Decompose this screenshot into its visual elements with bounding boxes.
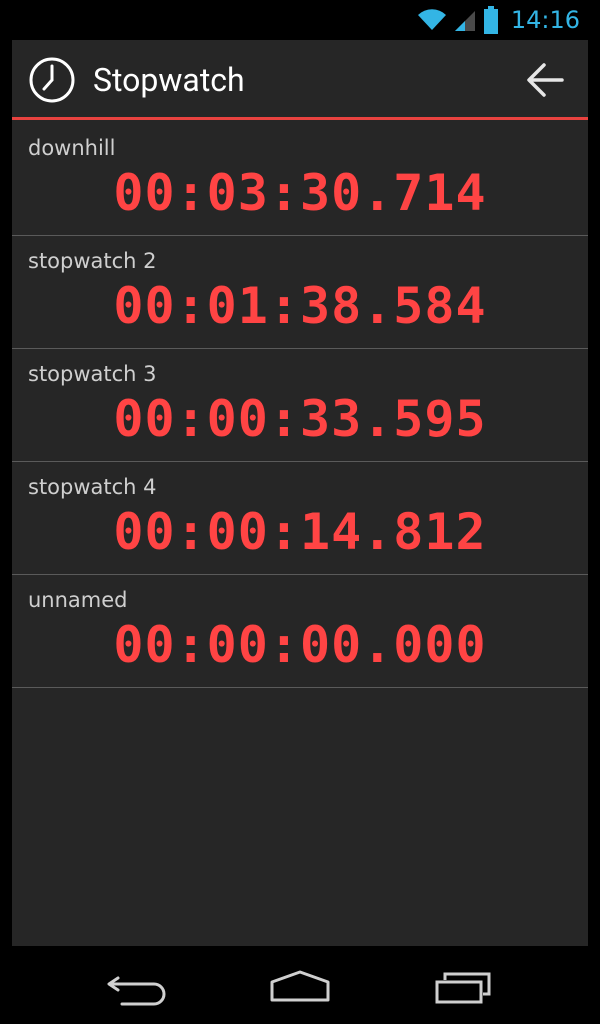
- stopwatch-name: stopwatch 2: [28, 249, 157, 273]
- home-nav-icon[interactable]: [265, 964, 335, 1008]
- list-item[interactable]: stopwatch 3 00:00:33.595: [12, 349, 588, 462]
- list-item[interactable]: unnamed 00:00:00.000: [12, 575, 588, 688]
- action-bar: Stopwatch: [12, 40, 588, 120]
- stopwatch-time: 00:00:33.595: [113, 390, 487, 448]
- stopwatch-name: downhill: [28, 136, 116, 160]
- back-arrow-icon[interactable]: [522, 58, 570, 102]
- stopwatch-list: downhill 00:03:30.714 stopwatch 2 00:01:…: [12, 123, 588, 688]
- list-item[interactable]: downhill 00:03:30.714: [12, 123, 588, 236]
- stopwatch-time: 00:01:38.584: [113, 277, 487, 335]
- recents-nav-icon[interactable]: [427, 964, 497, 1008]
- clock-icon: [29, 57, 75, 103]
- back-nav-icon[interactable]: [104, 964, 174, 1008]
- stopwatch-name: stopwatch 4: [28, 475, 157, 499]
- page-title: Stopwatch: [93, 61, 245, 99]
- stopwatch-time: 00:00:00.000: [113, 616, 487, 674]
- status-icons: 14:16: [417, 0, 580, 40]
- status-bar: 14:16: [0, 0, 600, 40]
- stopwatch-name: unnamed: [28, 588, 128, 612]
- cell-signal-icon: [454, 11, 475, 31]
- list-item[interactable]: stopwatch 4 00:00:14.812: [12, 462, 588, 575]
- app-window: Stopwatch downhill 00:03:30.714 stopwatc…: [12, 40, 588, 946]
- battery-icon: [483, 6, 498, 34]
- stopwatch-time: 00:03:30.714: [113, 164, 487, 222]
- status-time: 14:16: [510, 6, 580, 34]
- navigation-bar: [12, 946, 588, 1024]
- wifi-icon: [417, 9, 446, 31]
- screen: 14:16 Stopwatch downhill 00:03:30.714 st…: [0, 0, 600, 1024]
- stopwatch-name: stopwatch 3: [28, 362, 157, 386]
- stopwatch-time: 00:00:14.812: [113, 503, 487, 561]
- list-item[interactable]: stopwatch 2 00:01:38.584: [12, 236, 588, 349]
